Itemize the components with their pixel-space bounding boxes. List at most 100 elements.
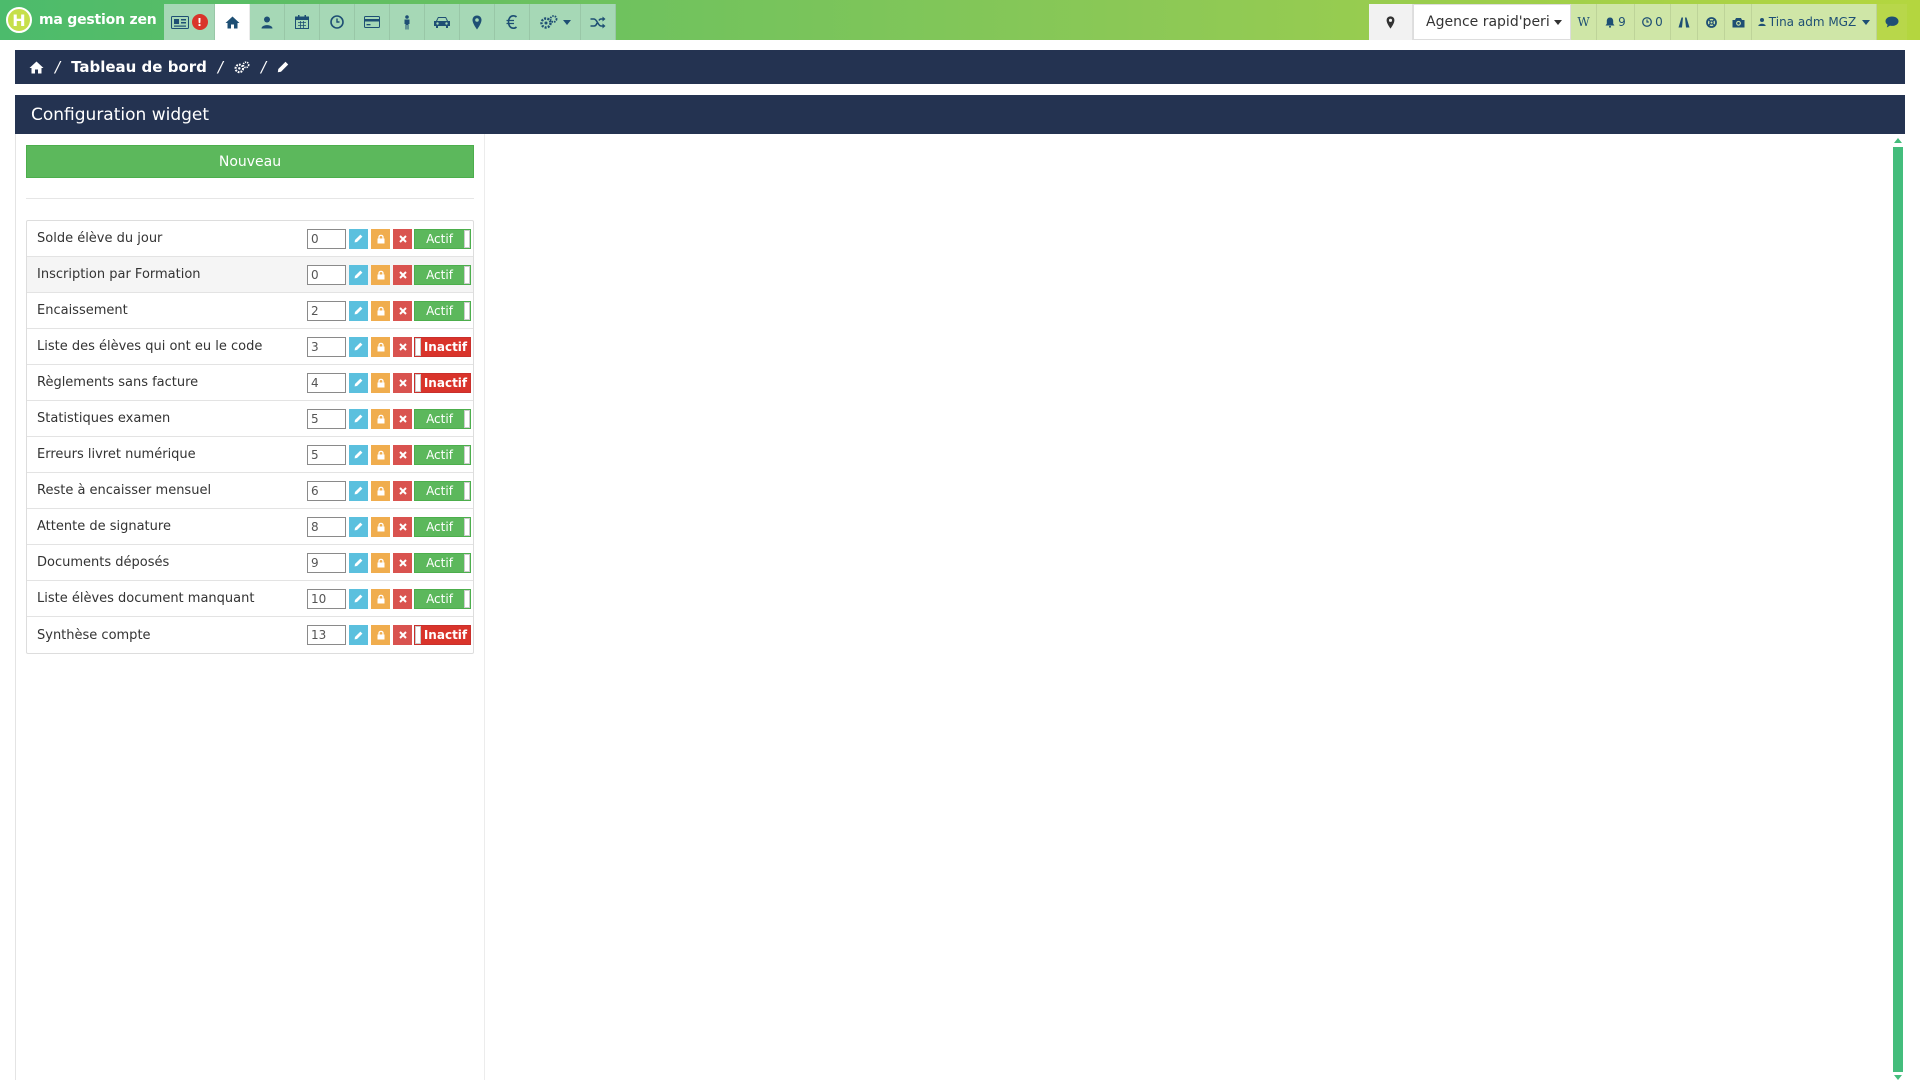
lock-widget-button[interactable]	[371, 264, 390, 285]
lock-widget-button[interactable]	[371, 372, 390, 393]
lock-widget-button[interactable]	[371, 552, 390, 573]
delete-widget-button[interactable]	[393, 372, 412, 393]
status-toggle[interactable]: Actif	[414, 444, 471, 465]
status-toggle[interactable]: Actif	[414, 588, 471, 609]
widget-order-input[interactable]	[307, 588, 346, 609]
app-logo[interactable]: H ma gestion zen	[6, 7, 157, 33]
edit-widget-button[interactable]	[349, 372, 368, 393]
widget-order-input[interactable]	[307, 444, 346, 465]
delete-widget-button[interactable]	[393, 264, 412, 285]
edit-widget-button[interactable]	[349, 336, 368, 357]
edit-widget-button[interactable]	[349, 444, 368, 465]
edit-widget-button[interactable]	[349, 588, 368, 609]
status-toggle[interactable]: Actif	[414, 552, 471, 573]
notifications-button[interactable]: 9	[1597, 4, 1635, 40]
delete-widget-button[interactable]	[393, 228, 412, 249]
scroll-down-icon[interactable]	[1894, 1075, 1902, 1080]
screenshot-button[interactable]	[1725, 4, 1752, 40]
edit-widget-button[interactable]	[349, 300, 368, 321]
delete-widget-button[interactable]	[393, 444, 412, 465]
delete-widget-button[interactable]	[393, 336, 412, 357]
edit-widget-button[interactable]	[349, 408, 368, 429]
nav-home[interactable]	[215, 4, 250, 40]
edit-widget-button[interactable]	[349, 264, 368, 285]
lock-widget-button[interactable]	[371, 588, 390, 609]
edit-widget-button[interactable]	[349, 552, 368, 573]
scrollbar-thumb[interactable]	[1893, 147, 1903, 1072]
lock-widget-button[interactable]	[371, 480, 390, 501]
status-toggle[interactable]: Actif	[414, 300, 471, 321]
road-button[interactable]	[1671, 4, 1698, 40]
widget-order-input[interactable]	[307, 480, 346, 501]
nav-person[interactable]	[390, 4, 425, 40]
new-widget-button[interactable]: Nouveau	[26, 145, 474, 178]
nav-id-card[interactable]: !	[164, 4, 215, 40]
edit-widget-button[interactable]	[349, 480, 368, 501]
chat-button[interactable]	[1877, 4, 1907, 40]
lock-widget-button[interactable]	[371, 228, 390, 249]
nav-clock[interactable]	[320, 4, 355, 40]
widget-controls: Actif	[307, 264, 471, 285]
support-button[interactable]	[1698, 4, 1725, 40]
nav-credit-card[interactable]	[355, 4, 390, 40]
delete-widget-button[interactable]	[393, 588, 412, 609]
edit-widget-button[interactable]	[349, 228, 368, 249]
delete-widget-button[interactable]	[393, 516, 412, 537]
nav-map-marker[interactable]	[460, 4, 495, 40]
nav-user[interactable]	[250, 4, 285, 40]
status-toggle[interactable]: Actif	[414, 480, 471, 501]
widget-order-input[interactable]	[307, 228, 346, 249]
widget-order-input[interactable]	[307, 516, 346, 537]
widget-order-input[interactable]	[307, 625, 346, 645]
status-toggle[interactable]: Inactif	[414, 625, 471, 645]
lock-widget-button[interactable]	[371, 516, 390, 537]
lock-widget-button[interactable]	[371, 625, 390, 645]
widget-order-input[interactable]	[307, 264, 346, 285]
scrollbar[interactable]	[1893, 138, 1903, 1080]
widget-order-input[interactable]	[307, 372, 346, 393]
breadcrumb-settings-link[interactable]	[234, 60, 250, 74]
status-toggle[interactable]: Actif	[414, 228, 471, 249]
credit-card-icon	[364, 16, 380, 28]
timers-button[interactable]: 0	[1635, 4, 1671, 40]
widget-order-input[interactable]	[307, 300, 346, 321]
lock-widget-button[interactable]	[371, 444, 390, 465]
agency-location-button[interactable]	[1369, 4, 1413, 40]
lock-widget-button[interactable]	[371, 336, 390, 357]
nav-settings-dropdown[interactable]	[530, 4, 581, 40]
edit-widget-button[interactable]	[349, 625, 368, 645]
lock-widget-button[interactable]	[371, 408, 390, 429]
w-link[interactable]: W	[1571, 4, 1597, 40]
status-toggle[interactable]: Actif	[414, 516, 471, 537]
status-toggle[interactable]: Actif	[414, 264, 471, 285]
widget-controls: Inactif	[307, 336, 471, 357]
user-menu[interactable]: Tina adm MGZ	[1752, 4, 1877, 40]
alert-badge[interactable]: !	[191, 14, 208, 30]
delete-widget-button[interactable]	[393, 408, 412, 429]
delete-widget-button[interactable]	[393, 552, 412, 573]
widget-order-input[interactable]	[307, 408, 346, 429]
widget-order-input[interactable]	[307, 552, 346, 573]
nav-car[interactable]	[425, 4, 460, 40]
status-label: Actif	[426, 591, 453, 606]
nav-calendar[interactable]	[285, 4, 320, 40]
status-toggle[interactable]: Inactif	[414, 336, 471, 357]
delete-widget-button[interactable]	[393, 625, 412, 645]
clock-icon	[1642, 17, 1653, 27]
agency-select[interactable]: Agence rapid'peri	[1413, 4, 1571, 40]
toggle-knob	[464, 553, 470, 572]
edit-widget-button[interactable]	[349, 516, 368, 537]
nav-euro[interactable]	[495, 4, 530, 40]
scroll-up-icon[interactable]	[1894, 138, 1902, 143]
widget-order-input[interactable]	[307, 336, 346, 357]
delete-widget-button[interactable]	[393, 480, 412, 501]
breadcrumb-home-link[interactable]	[29, 61, 44, 74]
panel-title: Configuration widget	[15, 95, 1905, 134]
nav-shuffle[interactable]	[581, 4, 616, 40]
breadcrumb-dashboard-link[interactable]: Tableau de bord	[71, 58, 207, 76]
lock-widget-button[interactable]	[371, 300, 390, 321]
delete-widget-button[interactable]	[393, 300, 412, 321]
status-toggle[interactable]: Actif	[414, 408, 471, 429]
home-icon	[225, 16, 239, 28]
status-toggle[interactable]: Inactif	[414, 372, 471, 393]
